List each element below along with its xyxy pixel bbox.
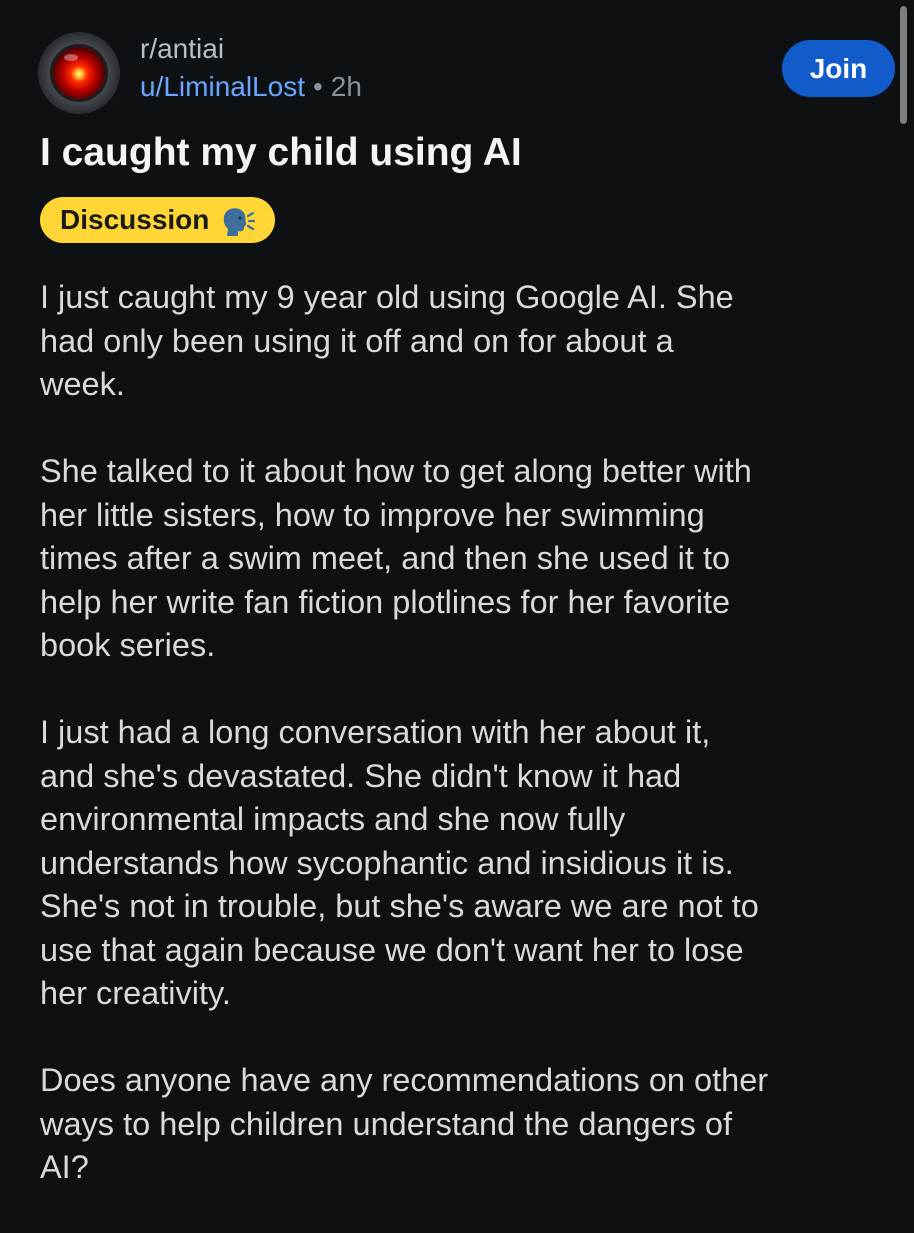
body-line: help her write fan fiction plotlines for… bbox=[40, 583, 731, 620]
join-button[interactable]: Join bbox=[782, 40, 895, 97]
meta-separator: • bbox=[312, 71, 323, 102]
body-line: understands how sycophantic and insidiou… bbox=[40, 844, 734, 881]
red-eye-icon bbox=[53, 47, 105, 99]
body-line: I just caught my 9 year old using Google… bbox=[40, 279, 734, 315]
body-line: her little sisters, how to improve her s… bbox=[40, 496, 705, 533]
body-line: week. bbox=[40, 366, 125, 402]
body-line: She's not in trouble, but she's aware we… bbox=[40, 888, 759, 924]
body-line: AI? bbox=[40, 1149, 89, 1185]
body-line: I just had a long conversation with her … bbox=[40, 714, 711, 750]
subreddit-avatar[interactable] bbox=[38, 32, 120, 114]
post-body: I just caught my 9 year old using Google… bbox=[40, 276, 890, 1233]
body-line: ways to help children understand the dan… bbox=[40, 1105, 732, 1142]
body-line: her creativity. bbox=[40, 975, 231, 1011]
body-line: use that again because we don't want her… bbox=[40, 931, 744, 968]
post-card: r/antiai u/LiminalLost • 2h Join I caught … bbox=[0, 0, 914, 1200]
author-link[interactable]: u/LiminalLost bbox=[140, 71, 305, 102]
body-paragraph: She talked to it about how to get along … bbox=[40, 450, 890, 668]
body-line: book series. bbox=[40, 627, 216, 663]
post-title[interactable]: I caught my child using AI bbox=[40, 130, 522, 176]
body-line: environmental impacts and she now fully bbox=[40, 801, 626, 837]
body-line: times after a swim meet, and then she us… bbox=[40, 540, 731, 576]
body-paragraph: I just caught my 9 year old using Google… bbox=[40, 276, 890, 407]
post-time: 2h bbox=[330, 71, 362, 102]
flair-label: Discussion bbox=[60, 204, 210, 235]
body-paragraph: I just had a long conversation with her … bbox=[40, 711, 890, 1016]
subreddit-link[interactable]: r/antiai bbox=[140, 32, 224, 66]
body-paragraph: Does anyone have any recommendations on … bbox=[40, 1059, 890, 1190]
body-line: and she's devastated. She didn't know it… bbox=[40, 757, 682, 794]
body-line: She talked to it about how to get along … bbox=[40, 453, 752, 489]
body-line: had only been using it off and on for ab… bbox=[40, 322, 674, 359]
flair-badge[interactable]: Discussion bbox=[40, 197, 276, 243]
speaking-head-icon bbox=[221, 205, 256, 236]
scrollbar[interactable] bbox=[900, 6, 907, 124]
post-meta: u/LiminalLost • 2h bbox=[140, 70, 362, 104]
body-line: Does anyone have any recommendations on … bbox=[40, 1062, 769, 1098]
